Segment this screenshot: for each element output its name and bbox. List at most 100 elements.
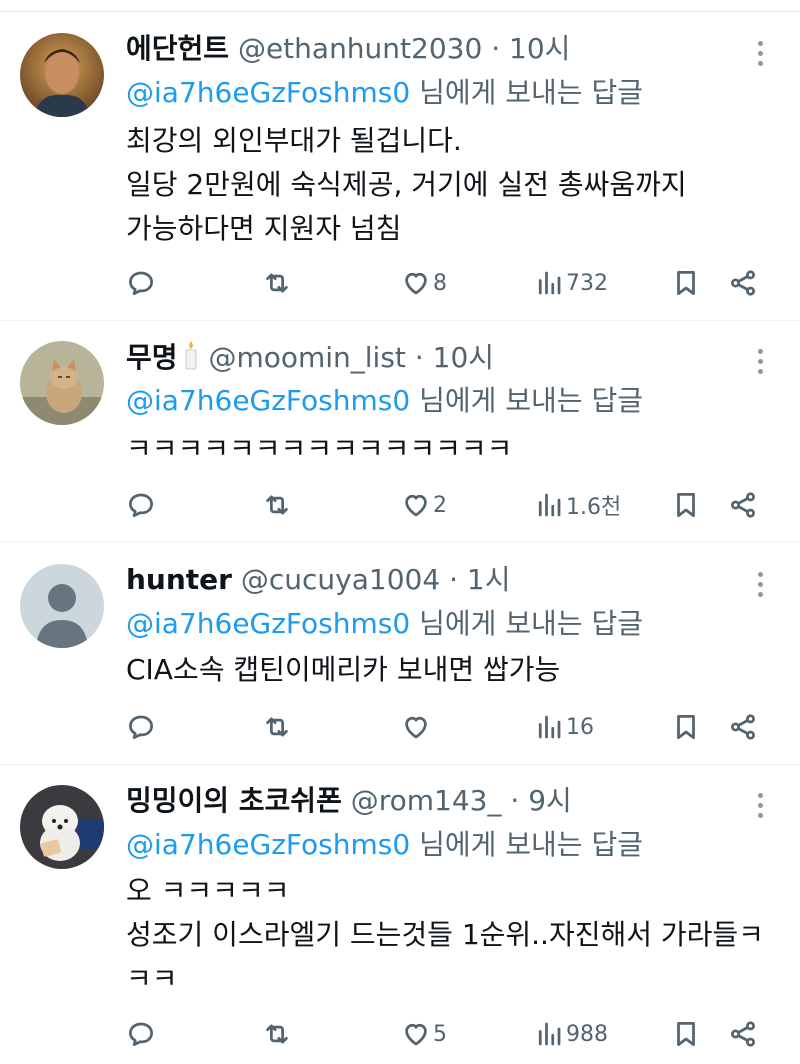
- bookmark-icon: [677, 493, 695, 517]
- reply-context: @ia7h6eGzFoshms0 님에게 보내는 답글: [126, 75, 643, 111]
- default-avatar-icon: [20, 564, 104, 648]
- tweet-header: hunter @cucuya1004 · 1시: [126, 562, 510, 598]
- tweet-text-line: 최강의 외인부대가 될겁니다.: [126, 124, 462, 157]
- profile-photo-man: [20, 33, 104, 117]
- reply-button[interactable]: [126, 263, 156, 303]
- reply-context-label: 님에게 보내는 답글: [419, 828, 643, 861]
- timestamp[interactable]: 10시: [509, 32, 570, 65]
- timestamp[interactable]: 9시: [528, 784, 572, 817]
- tweet-text-line: ㅋㅋㅋㅋㅋㅋㅋㅋㅋㅋㅋㅋㅋㅋㅋ: [126, 432, 513, 465]
- reply-context-label: 님에게 보내는 답글: [419, 607, 643, 640]
- reply-context-label: 님에게 보내는 답글: [419, 384, 643, 417]
- timestamp[interactable]: 1시: [467, 563, 511, 596]
- mention-link[interactable]: @ia7h6eGzFoshms0: [126, 76, 410, 109]
- reply-button[interactable]: [126, 485, 156, 525]
- reply-context: @ia7h6eGzFoshms0 님에게 보내는 답글: [126, 383, 643, 419]
- user-handle[interactable]: @cucuya1004: [241, 563, 440, 596]
- heart-icon: [405, 716, 427, 739]
- reply-button[interactable]: [126, 707, 156, 747]
- user-handle[interactable]: @moomin_list: [208, 341, 405, 374]
- retweet-button[interactable]: [262, 485, 292, 525]
- retweet-icon: [266, 273, 288, 293]
- views-button[interactable]: 1.6천: [534, 485, 621, 525]
- reply-tweet[interactable]: 에단헌트 @ethanhunt2030 · 10시 @ia7h6eGzFoshm…: [0, 13, 800, 321]
- separator-dot: ·: [414, 341, 424, 374]
- reply-tweet[interactable]: hunter @cucuya1004 · 1시 @ia7h6eGzFoshms0…: [0, 542, 800, 765]
- heart-icon: [405, 272, 427, 295]
- retweet-button[interactable]: [262, 1014, 292, 1054]
- avatar[interactable]: [20, 33, 104, 117]
- like-button[interactable]: 8: [401, 263, 447, 303]
- display-name[interactable]: 에단헌트: [126, 32, 229, 65]
- action-bar: 5 988: [126, 1014, 776, 1054]
- like-button[interactable]: 2: [401, 485, 447, 525]
- profile-photo-dog: [20, 785, 104, 869]
- share-icon: [731, 714, 755, 740]
- share-button[interactable]: [728, 263, 758, 303]
- user-handle[interactable]: @rom143_: [351, 784, 502, 817]
- retweet-icon: [266, 495, 288, 515]
- more-options-icon[interactable]: [750, 345, 770, 375]
- mention-link[interactable]: @ia7h6eGzFoshms0: [126, 828, 410, 861]
- more-options-icon[interactable]: [750, 37, 770, 67]
- reply-tweet[interactable]: 밍밍이의 초코쉬폰 @rom143_ · 9시 @ia7h6eGzFoshms0…: [0, 765, 800, 1064]
- reply-context: @ia7h6eGzFoshms0 님에게 보내는 답글: [126, 827, 643, 863]
- tweet-text-line: ㅋㅋ: [126, 962, 178, 995]
- reply-button[interactable]: [126, 1014, 156, 1054]
- avatar[interactable]: [20, 341, 104, 425]
- tweet-text-line: 오 ㅋㅋㅋㅋㅋ: [126, 874, 290, 907]
- retweet-button[interactable]: [262, 707, 292, 747]
- mention-link[interactable]: @ia7h6eGzFoshms0: [126, 384, 410, 417]
- timestamp[interactable]: 10시: [433, 341, 494, 374]
- heart-icon: [405, 494, 427, 517]
- share-button[interactable]: [728, 1014, 758, 1054]
- separator-dot: ·: [510, 784, 520, 817]
- share-button[interactable]: [728, 485, 758, 525]
- mention-link[interactable]: @ia7h6eGzFoshms0: [126, 607, 410, 640]
- tweet-text-line: 성조기 이스라엘기 드는것들 1순위..자진해서 가라들ㅋ: [126, 918, 764, 951]
- display-name[interactable]: 밍밍이의 초코쉬폰: [126, 784, 342, 817]
- separator-dot: ·: [449, 563, 458, 596]
- tweet-header: 에단헌트 @ethanhunt2030 · 10시: [126, 31, 570, 67]
- views-button[interactable]: 732: [534, 263, 608, 303]
- bar-chart-icon: [538, 271, 561, 295]
- bookmark-button[interactable]: [671, 707, 701, 747]
- user-handle[interactable]: @ethanhunt2030: [238, 32, 482, 65]
- retweet-icon: [266, 717, 288, 737]
- view-count: 16: [566, 714, 594, 740]
- action-bar: 8 732: [126, 263, 776, 303]
- action-bar: 2 1.6천: [126, 485, 776, 525]
- share-icon: [731, 270, 755, 296]
- avatar[interactable]: [20, 785, 104, 869]
- views-button[interactable]: 16: [534, 707, 594, 747]
- more-options-icon[interactable]: [750, 789, 770, 819]
- like-button[interactable]: [401, 707, 433, 747]
- bar-chart-icon: [538, 715, 561, 739]
- reply-context: @ia7h6eGzFoshms0 님에게 보내는 답글: [126, 606, 643, 642]
- bookmark-button[interactable]: [671, 263, 701, 303]
- like-count: 2: [433, 492, 447, 518]
- bookmark-icon: [677, 715, 695, 739]
- views-button[interactable]: 988: [534, 1014, 608, 1054]
- action-bar: 16: [126, 707, 776, 747]
- reply-icon: [129, 1022, 153, 1046]
- avatar[interactable]: [20, 564, 104, 648]
- bookmark-button[interactable]: [671, 485, 701, 525]
- heart-icon: [405, 1023, 427, 1046]
- reply-tweet[interactable]: 무명 @moomin_list · 10시 @ia7h6eGzFoshms0 님…: [0, 321, 800, 542]
- view-count: 732: [566, 270, 608, 296]
- tweet-text-line: CIA소속 캡틴이메리카 보내면 쌉가능: [126, 653, 561, 686]
- share-button[interactable]: [728, 707, 758, 747]
- tweet-text-line: 일당 2만원에 숙식제공, 거기에 실전 총싸움까지: [126, 168, 687, 201]
- bookmark-icon: [677, 271, 695, 295]
- like-button[interactable]: 5: [401, 1014, 447, 1054]
- profile-photo-cat: [20, 341, 104, 425]
- display-name[interactable]: hunter: [126, 563, 232, 596]
- more-options-icon[interactable]: [750, 568, 770, 598]
- share-icon: [731, 492, 755, 518]
- bookmark-button[interactable]: [671, 1014, 701, 1054]
- display-name[interactable]: 무명: [126, 341, 178, 374]
- retweet-button[interactable]: [262, 263, 292, 303]
- reply-icon: [129, 271, 153, 295]
- candle-emoji-icon: [182, 339, 200, 380]
